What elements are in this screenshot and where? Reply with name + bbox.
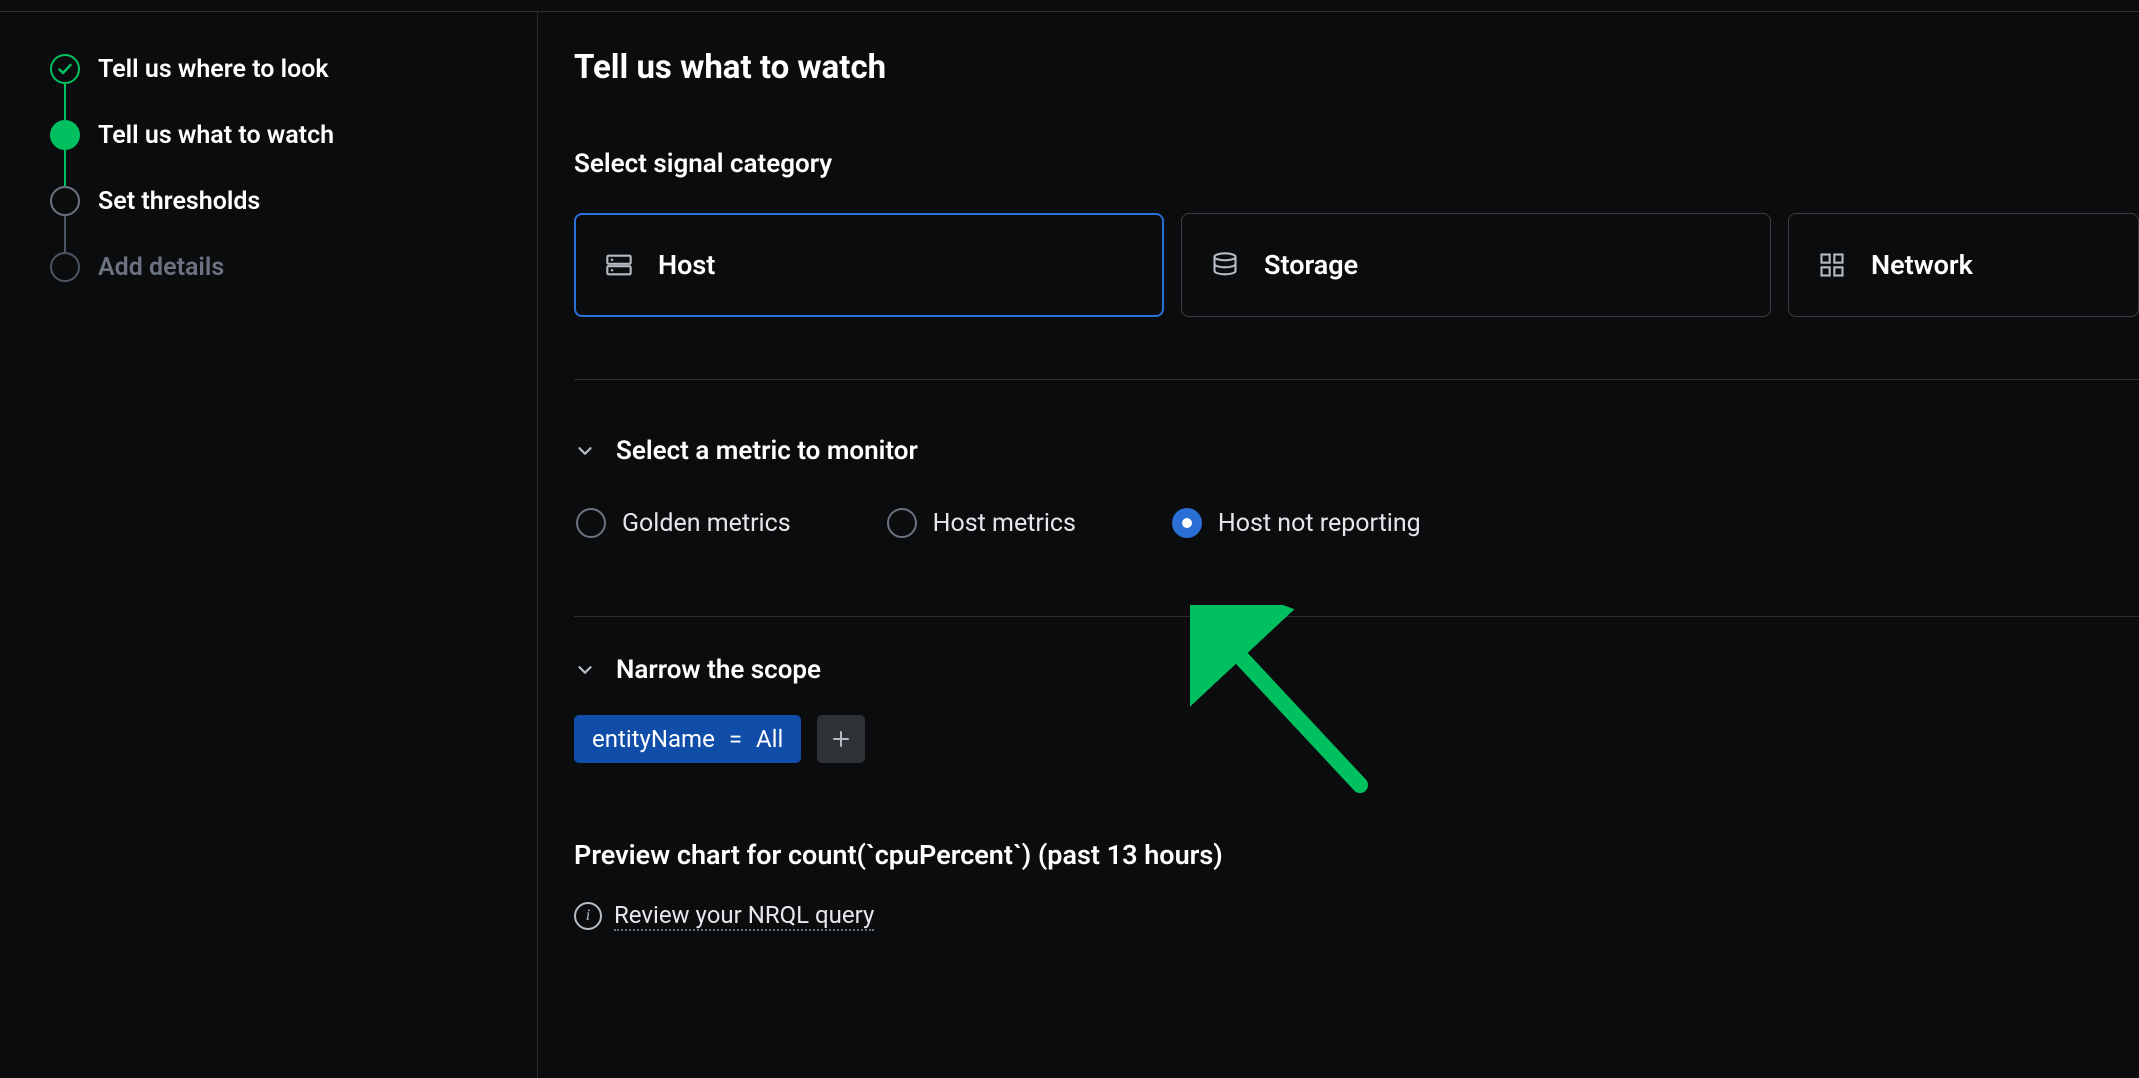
radio-host-not-reporting[interactable]: Host not reporting: [1172, 508, 1421, 538]
radio-label: Host metrics: [933, 509, 1076, 538]
scope-filters: entityName = All: [574, 715, 2139, 763]
add-filter-button[interactable]: [817, 715, 865, 763]
info-icon: i: [574, 902, 602, 930]
radio-label: Host not reporting: [1218, 509, 1421, 538]
category-label: Host: [658, 249, 715, 281]
check-circle-icon: [50, 54, 80, 84]
step-label: Tell us where to look: [98, 55, 329, 84]
wizard-steps-sidebar: Tell us where to look Tell us what to wa…: [0, 12, 538, 1078]
radio-golden-metrics[interactable]: Golden metrics: [576, 508, 791, 538]
circle-outline-icon: [50, 252, 80, 282]
circle-outline-icon: [50, 186, 80, 216]
signal-category-options: Host Storage: [574, 213, 2139, 317]
step-connector: [64, 84, 66, 120]
filter-chip-entityname[interactable]: entityName = All: [574, 715, 801, 763]
chevron-down-icon: [574, 659, 596, 681]
scope-section-title: Narrow the scope: [616, 655, 821, 685]
metric-section-header[interactable]: Select a metric to monitor: [574, 436, 2139, 466]
chevron-down-icon: [574, 440, 596, 462]
category-label: Storage: [1264, 249, 1358, 281]
radio-host-metrics[interactable]: Host metrics: [887, 508, 1076, 538]
metric-section-title: Select a metric to monitor: [616, 436, 918, 466]
radio-label: Golden metrics: [622, 509, 791, 538]
step-add-details[interactable]: Add details: [50, 252, 537, 282]
main-content: Tell us what to watch Select signal cate…: [538, 12, 2139, 1078]
step-set-thresholds[interactable]: Set thresholds: [50, 186, 537, 216]
filter-value: All: [756, 725, 783, 753]
step-label: Set thresholds: [98, 187, 260, 216]
filter-operator: =: [729, 725, 742, 753]
host-icon: [604, 250, 634, 280]
page-title: Tell us what to watch: [574, 48, 2139, 87]
filter-field: entityName: [592, 725, 715, 753]
step-label: Tell us what to watch: [98, 121, 334, 150]
step-connector: [64, 216, 66, 252]
category-label: Network: [1871, 249, 1973, 281]
circle-filled-icon: [50, 120, 80, 150]
step-where-to-look[interactable]: Tell us where to look: [50, 54, 537, 84]
step-what-to-watch[interactable]: Tell us what to watch: [50, 120, 537, 150]
category-card-host[interactable]: Host: [574, 213, 1164, 317]
scope-section-header[interactable]: Narrow the scope: [574, 655, 2139, 685]
radio-unchecked-icon: [576, 508, 606, 538]
radio-checked-icon: [1172, 508, 1202, 538]
metric-radio-group: Golden metrics Host metrics Host not rep…: [574, 508, 2139, 538]
review-nrql-row: i Review your NRQL query: [574, 901, 2139, 931]
step-label: Add details: [98, 253, 224, 282]
category-card-storage[interactable]: Storage: [1181, 213, 1771, 317]
plus-icon: [829, 727, 853, 751]
radio-unchecked-icon: [887, 508, 917, 538]
storage-icon: [1210, 250, 1240, 280]
network-icon: [1817, 250, 1847, 280]
review-nrql-link[interactable]: Review your NRQL query: [614, 901, 874, 931]
step-connector: [64, 150, 66, 186]
signal-category-label: Select signal category: [574, 149, 2139, 179]
category-card-network[interactable]: Network: [1788, 213, 2139, 317]
preview-chart-title: Preview chart for count(`cpuPercent`) (p…: [574, 839, 2139, 871]
